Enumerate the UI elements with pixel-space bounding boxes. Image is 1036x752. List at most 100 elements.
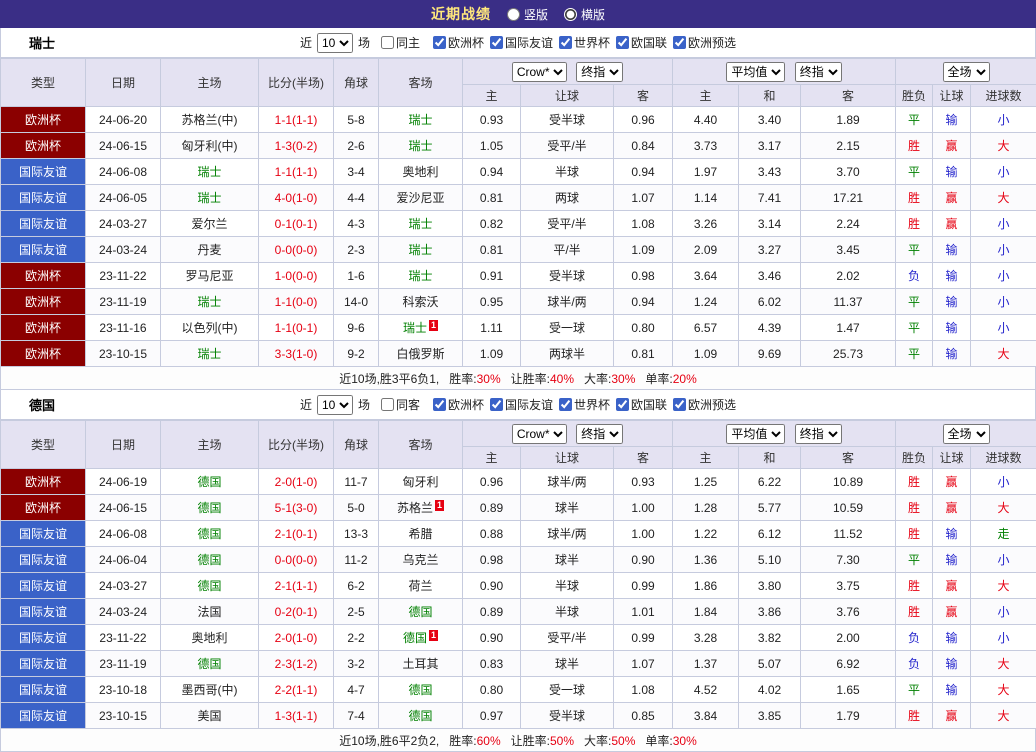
competition-label: 欧洲预选 [688, 34, 736, 51]
competition-filter: 国际友谊 [490, 34, 553, 51]
odds-value: 两球 [521, 185, 614, 211]
avg-value: 3.40 [739, 107, 801, 133]
vertical-layout-radio[interactable] [507, 8, 520, 21]
summary-stat-value: 60% [477, 734, 501, 748]
sub-header-goals: 进球数 [971, 447, 1036, 469]
competition-type: 欧洲杯 [1, 133, 86, 159]
full-match-select[interactable]: 全场 [943, 424, 990, 444]
match-date: 24-06-15 [86, 495, 161, 521]
avg-value: 3.28 [673, 625, 739, 651]
average-select[interactable]: 平均值 [726, 62, 785, 82]
final-odds-select[interactable]: 终指 [576, 62, 623, 82]
odds-company-header: Crow* 终指 [463, 59, 673, 85]
competition-checkbox[interactable] [673, 398, 686, 411]
summary-stat-label: 大率: [584, 372, 611, 386]
competition-type: 欧洲杯 [1, 263, 86, 289]
away-team: 德国 [379, 703, 463, 729]
handicap-outcome: 输 [933, 159, 971, 185]
competition-label: 欧洲杯 [448, 34, 484, 51]
goals-outcome: 大 [971, 133, 1036, 159]
average-odds-header: 平均值 终指 [673, 421, 896, 447]
result-outcome: 胜 [896, 469, 933, 495]
odds-value: 0.83 [463, 651, 521, 677]
avg-value: 3.85 [739, 703, 801, 729]
competition-type: 欧洲杯 [1, 315, 86, 341]
competition-checkbox[interactable] [490, 36, 503, 49]
competition-checkbox[interactable] [616, 36, 629, 49]
avg-value: 3.82 [739, 625, 801, 651]
avg-value: 10.59 [801, 495, 896, 521]
same-venue-checkbox[interactable] [381, 36, 394, 49]
horizontal-layout-label: 横版 [581, 6, 605, 23]
sub-header-odds-handicap: 让球 [521, 447, 614, 469]
match-row: 国际友谊24-03-27爱尔兰0-1(0-1)4-3瑞士0.82受平/半1.08… [1, 211, 1036, 237]
avg-value: 5.10 [739, 547, 801, 573]
odds-value: 0.91 [463, 263, 521, 289]
competition-label: 欧国联 [631, 34, 667, 51]
home-team: 德国 [161, 521, 259, 547]
team-section: 德国 近 10 场 同客 欧洲杯国际友谊世界杯欧国联欧洲预选 [0, 390, 1036, 752]
competition-checkbox[interactable] [433, 36, 446, 49]
odds-company-select[interactable]: Crow* [512, 424, 567, 444]
sub-header-odds-away: 客 [614, 447, 673, 469]
match-row: 国际友谊24-03-24丹麦0-0(0-0)2-3瑞士0.81平/半1.092.… [1, 237, 1036, 263]
summary-row: 近10场,胜3平6负1,胜率:30%让胜率:40%大率:30%单率:20% [0, 367, 1036, 390]
corner-count: 2-3 [334, 237, 379, 263]
competition-checkbox[interactable] [616, 398, 629, 411]
sub-header-avg-away: 客 [801, 85, 896, 107]
match-tbody: 欧洲杯24-06-20苏格兰(中)1-1(1-1)5-8瑞士0.93受半球0.9… [1, 107, 1036, 367]
average-final-odds-select[interactable]: 终指 [795, 424, 842, 444]
odds-value: 1.00 [614, 521, 673, 547]
score: 1-1(0-1) [259, 315, 334, 341]
col-header-score: 比分(半场) [259, 59, 334, 107]
match-scope-header: 全场 [896, 59, 1036, 85]
avg-value: 17.21 [801, 185, 896, 211]
average-select[interactable]: 平均值 [726, 424, 785, 444]
layout-option-vertical: 竖版 [507, 6, 548, 23]
result-outcome: 胜 [896, 211, 933, 237]
odds-value: 0.80 [614, 315, 673, 341]
match-row: 欧洲杯23-10-15瑞士3-3(1-0)9-2白俄罗斯1.09两球半0.811… [1, 341, 1036, 367]
away-team: 瑞士 [379, 237, 463, 263]
avg-value: 3.86 [739, 599, 801, 625]
competition-label: 欧国联 [631, 396, 667, 413]
score: 0-0(0-0) [259, 547, 334, 573]
team-header-bar: 德国 近 10 场 同客 欧洲杯国际友谊世界杯欧国联欧洲预选 [0, 390, 1036, 420]
competition-checkbox[interactable] [559, 398, 572, 411]
competition-filter: 世界杯 [559, 396, 610, 413]
full-match-select[interactable]: 全场 [943, 62, 990, 82]
summary-stat-value: 30% [477, 372, 501, 386]
match-row: 国际友谊24-03-27德国2-1(1-1)6-2荷兰0.90半球0.991.8… [1, 573, 1036, 599]
odds-value: 1.09 [614, 237, 673, 263]
competition-checkbox[interactable] [490, 398, 503, 411]
avg-value: 1.36 [673, 547, 739, 573]
odds-value: 0.94 [463, 159, 521, 185]
average-final-odds-select[interactable]: 终指 [795, 62, 842, 82]
summary-stat: 胜率:60% [449, 732, 500, 749]
score: 5-1(3-0) [259, 495, 334, 521]
home-team: 美国 [161, 703, 259, 729]
corner-count: 11-7 [334, 469, 379, 495]
odds-value: 0.81 [463, 237, 521, 263]
summary-stat-label: 胜率: [449, 372, 476, 386]
final-odds-select[interactable]: 终指 [576, 424, 623, 444]
corner-count: 5-8 [334, 107, 379, 133]
competition-checkbox[interactable] [559, 36, 572, 49]
odds-value: 1.07 [614, 185, 673, 211]
odds-company-select[interactable]: Crow* [512, 62, 567, 82]
competition-checkbox[interactable] [433, 398, 446, 411]
competition-checkbox[interactable] [673, 36, 686, 49]
match-row: 国际友谊24-06-05瑞士4-0(1-0)4-4爱沙尼亚0.81两球1.071… [1, 185, 1036, 211]
horizontal-layout-radio[interactable] [564, 8, 577, 21]
match-date: 23-11-16 [86, 315, 161, 341]
match-count-select[interactable]: 10 [317, 395, 353, 415]
avg-value: 1.97 [673, 159, 739, 185]
avg-value: 5.07 [739, 651, 801, 677]
summary-stat-value: 20% [673, 372, 697, 386]
competition-type: 欧洲杯 [1, 107, 86, 133]
sub-header-result: 胜负 [896, 85, 933, 107]
competition-type: 国际友谊 [1, 185, 86, 211]
goals-outcome: 小 [971, 263, 1036, 289]
match-count-select[interactable]: 10 [317, 33, 353, 53]
same-venue-checkbox[interactable] [381, 398, 394, 411]
